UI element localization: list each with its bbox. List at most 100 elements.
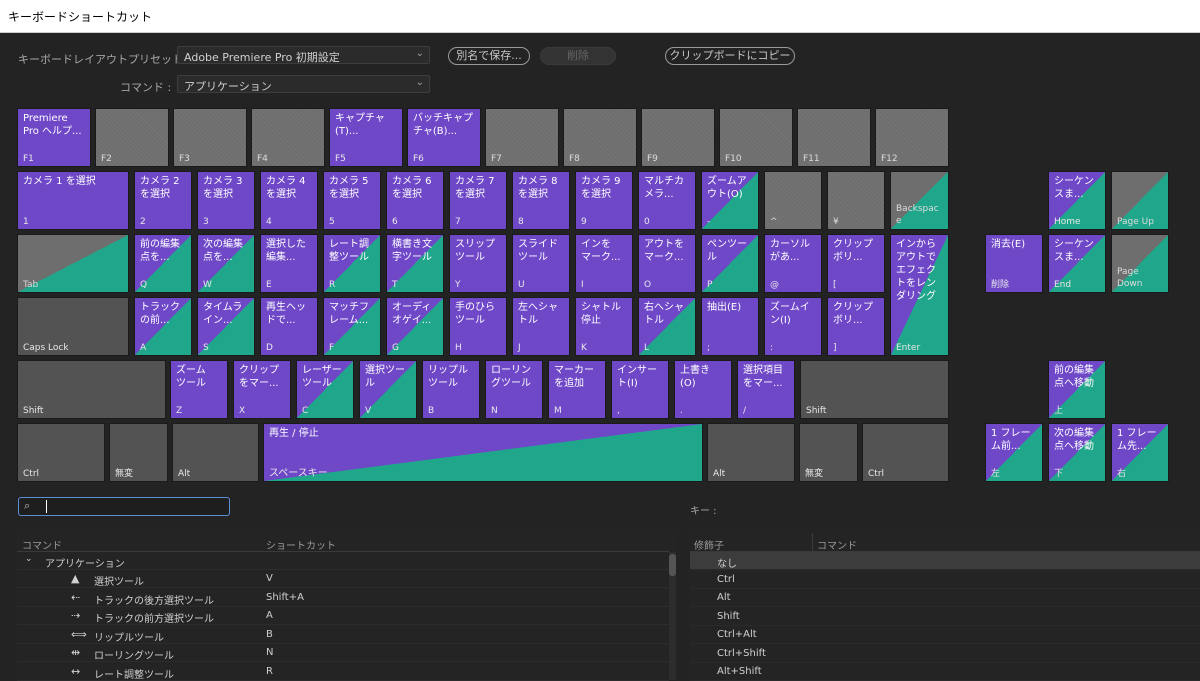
key-0[interactable]: マルチカ メラ... 0 xyxy=(638,171,696,230)
key-f9[interactable]: F9 xyxy=(641,108,715,167)
key-2[interactable]: カメラ 2 を選択 2 xyxy=(134,171,192,230)
key-m[interactable]: マーカー を追加 M xyxy=(548,360,606,419)
key-page-down[interactable]: Page Down xyxy=(1111,234,1169,293)
key-yen[interactable]: ¥ xyxy=(827,171,885,230)
key-f2[interactable]: F2 xyxy=(95,108,169,167)
save-as-button[interactable]: 別名で保存... xyxy=(448,47,530,65)
key-3[interactable]: カメラ 3 を選択 3 xyxy=(197,171,255,230)
key-f5[interactable]: キャプチャ (T)... F5 xyxy=(329,108,403,167)
key-muhenkan[interactable]: 無変 xyxy=(109,423,168,482)
key-right-bracket[interactable]: クリップ ボリ...] xyxy=(827,297,885,356)
table-row[interactable]: ⇠ トラックの後方選択ツール Shift+A xyxy=(17,589,669,607)
key-tab[interactable]: Tab xyxy=(17,234,129,293)
table-row[interactable]: ⇢ トラックの前方選択ツール A xyxy=(17,607,669,625)
column-header-shortcut[interactable]: ショートカット xyxy=(266,537,336,552)
key-7[interactable]: カメラ 7 を選択 7 xyxy=(449,171,507,230)
key-end[interactable]: シーケン スま... End xyxy=(1048,234,1106,293)
table-row[interactable]: ↔ レート調整ツール R xyxy=(17,663,669,681)
modifier-row[interactable]: Alt xyxy=(690,589,1200,607)
key-z[interactable]: ズーム ツール Z xyxy=(170,360,228,419)
key-f10[interactable]: F10 xyxy=(719,108,793,167)
key-right-shift[interactable]: Shift xyxy=(800,360,949,419)
key-o[interactable]: アウトを マーク... O xyxy=(638,234,696,293)
key-l[interactable]: 右へシャ トル L xyxy=(638,297,696,356)
key-backspace[interactable]: Backspac e xyxy=(890,171,949,230)
modifier-row[interactable]: Ctrl+Alt xyxy=(690,626,1200,644)
column-header-command-right[interactable]: コマンド xyxy=(817,537,857,552)
key-f11[interactable]: F11 xyxy=(797,108,871,167)
key-9[interactable]: カメラ 9 を選択 9 xyxy=(575,171,633,230)
key-k[interactable]: シャトル 停止 K xyxy=(575,297,633,356)
key-y[interactable]: スリップ ツール Y xyxy=(449,234,507,293)
key-d[interactable]: 再生ヘッ ドで... D xyxy=(260,297,318,356)
key-enter[interactable]: インから アウトで エフェク トをレン ダリング Enter xyxy=(890,234,949,356)
key-8[interactable]: カメラ 8 を選択 8 xyxy=(512,171,570,230)
key-minus[interactable]: ズームア ウト(O) - xyxy=(701,171,759,230)
key-f12[interactable]: F12 xyxy=(875,108,949,167)
key-right-alt[interactable]: Alt xyxy=(707,423,795,482)
key-5[interactable]: カメラ 5 を選択 5 xyxy=(323,171,381,230)
key-q[interactable]: 前の編集 点を... Q xyxy=(134,234,192,293)
key-r[interactable]: レート調 整ツール R xyxy=(323,234,381,293)
key-u[interactable]: スライド ツール U xyxy=(512,234,570,293)
key-4[interactable]: カメラ 4 を選択 4 xyxy=(260,171,318,230)
key-home[interactable]: シーケン スま... Home xyxy=(1048,171,1106,230)
key-1[interactable]: カメラ 1 を選択 1 xyxy=(17,171,129,230)
key-left-shift[interactable]: Shift xyxy=(17,360,166,419)
key-f8[interactable]: F8 xyxy=(563,108,637,167)
modifier-row[interactable]: なし xyxy=(690,552,1200,570)
key-i[interactable]: インを マーク... I xyxy=(575,234,633,293)
copy-to-clipboard-button[interactable]: クリップボードにコピー xyxy=(665,47,795,65)
column-header-modifier[interactable]: 修飾子 xyxy=(694,537,724,552)
key-g[interactable]: オーディ オゲイ... G xyxy=(386,297,444,356)
table-row[interactable]: ⟺ リップルツール B xyxy=(17,626,669,644)
key-6[interactable]: カメラ 6 を選択 6 xyxy=(386,171,444,230)
table-row[interactable]: ▲ 選択ツール V xyxy=(17,570,669,588)
key-caps-lock[interactable]: Caps Lock xyxy=(17,297,129,356)
key-caret[interactable]: ^ xyxy=(764,171,822,230)
key-j[interactable]: 左へシャ トル J xyxy=(512,297,570,356)
modifier-row[interactable]: Ctrl+Shift xyxy=(690,645,1200,663)
key-at[interactable]: カーソル があ... @ xyxy=(764,234,822,293)
key-page-up[interactable]: Page Up xyxy=(1111,171,1169,230)
modifier-row[interactable]: Ctrl xyxy=(690,571,1200,589)
key-v[interactable]: 選択ツー ルV xyxy=(359,360,417,419)
key-delete[interactable]: 消去(E) 削除 xyxy=(985,234,1043,293)
key-f3[interactable]: F3 xyxy=(173,108,247,167)
key-n[interactable]: ローリン グツール N xyxy=(485,360,543,419)
key-left-ctrl[interactable]: Ctrl xyxy=(17,423,105,482)
key-left-bracket[interactable]: クリップ ボリ...[ xyxy=(827,234,885,293)
key-slash[interactable]: 選択項目 をマー... / xyxy=(737,360,795,419)
key-e[interactable]: 選択した 編集... E xyxy=(260,234,318,293)
key-left-alt[interactable]: Alt xyxy=(172,423,259,482)
key-arrow-right[interactable]: 1 フレー ム先... 右 xyxy=(1111,423,1169,482)
modifier-row[interactable]: Alt+Shift xyxy=(690,663,1200,681)
scrollbar-thumb[interactable] xyxy=(669,554,676,576)
key-c[interactable]: レーザー ツール C xyxy=(296,360,354,419)
key-semicolon[interactable]: 抽出(E); xyxy=(701,297,759,356)
key-a[interactable]: トラック の前... A xyxy=(134,297,192,356)
key-arrow-down[interactable]: 次の編集 点へ移動下 xyxy=(1048,423,1106,482)
key-x[interactable]: クリップ をマー... X xyxy=(233,360,291,419)
key-b[interactable]: リップル ツール B xyxy=(422,360,480,419)
table-row[interactable]: ⇹ ローリングツール N xyxy=(17,644,669,662)
key-arrow-up[interactable]: 前の編集 点へ移動上 xyxy=(1048,360,1106,419)
tree-group-application[interactable]: ⌄ アプリケーション xyxy=(17,552,669,570)
key-f7[interactable]: F7 xyxy=(485,108,559,167)
key-h[interactable]: 手のひら ツール H xyxy=(449,297,507,356)
delete-preset-button[interactable]: 削除 xyxy=(540,47,616,65)
key-colon[interactable]: ズームイ ン(I): xyxy=(764,297,822,356)
column-header-command[interactable]: コマンド xyxy=(22,537,62,552)
key-f6[interactable]: バッチキャプ チャ(B)... F6 xyxy=(407,108,481,167)
key-f1[interactable]: Premiere Pro ヘルプ... F1 xyxy=(17,108,91,167)
modifier-row[interactable]: Shift xyxy=(690,608,1200,626)
command-dropdown[interactable]: アプリケーション ⌄ xyxy=(177,75,430,93)
key-right-ctrl[interactable]: Ctrl xyxy=(862,423,949,482)
search-input[interactable]: ⌕ xyxy=(18,497,230,516)
key-space[interactable]: 再生 / 停止 スペースキー xyxy=(263,423,703,482)
key-comma[interactable]: インサー ト(I), xyxy=(611,360,669,419)
key-w[interactable]: 次の編集 点を... W xyxy=(197,234,255,293)
key-t[interactable]: 横書き文 字ツール T xyxy=(386,234,444,293)
key-f[interactable]: マッチフ レーム... F xyxy=(323,297,381,356)
key-p[interactable]: ペンツー ルP xyxy=(701,234,759,293)
